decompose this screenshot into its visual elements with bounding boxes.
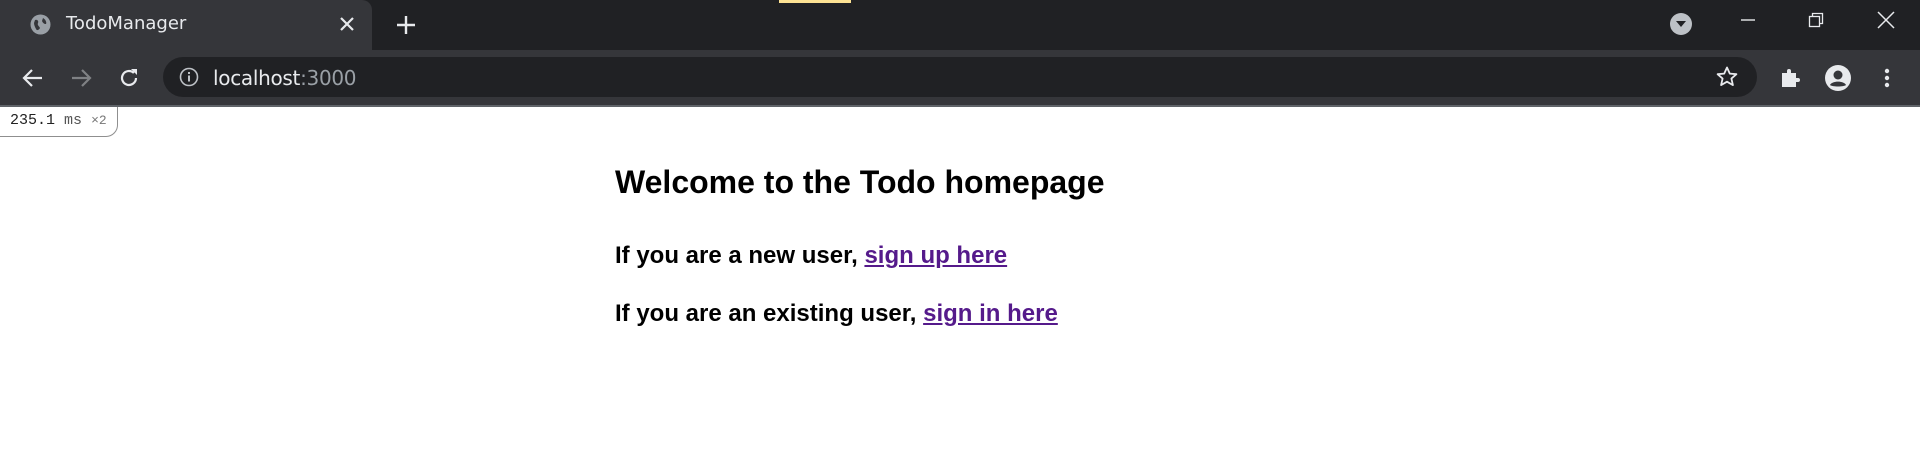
close-window-icon[interactable] xyxy=(1852,0,1920,40)
reload-icon[interactable] xyxy=(114,63,144,93)
url-host: localhost xyxy=(213,66,301,90)
new-user-text: If you are a new user, xyxy=(615,242,865,269)
timing-multiplier: ×2 xyxy=(91,113,107,128)
timing-unit: ms xyxy=(64,112,83,129)
bookmark-star-icon[interactable] xyxy=(1715,65,1739,89)
close-tab-icon[interactable] xyxy=(335,12,359,36)
browser-tab[interactable]: TodoManager xyxy=(0,0,372,50)
existing-user-text: If you are an existing user, xyxy=(615,300,924,327)
back-arrow-icon[interactable] xyxy=(18,63,48,93)
url-port: :3000 xyxy=(300,66,357,90)
forward-arrow-icon[interactable] xyxy=(66,63,96,93)
new-tab-button[interactable] xyxy=(392,11,420,39)
info-icon[interactable] xyxy=(179,67,199,87)
existing-user-paragraph: If you are an existing user, sign in her… xyxy=(615,298,1058,330)
browser-tab-strip: TodoManager xyxy=(0,0,1920,50)
tab-title: TodoManager xyxy=(66,13,187,34)
address-bar[interactable]: localhost:3000 xyxy=(163,57,1757,97)
globe-icon xyxy=(30,14,51,35)
sign-in-link[interactable]: sign in here xyxy=(923,300,1058,327)
sign-up-link[interactable]: sign up here xyxy=(864,242,1007,269)
tab-strip-highlight xyxy=(779,0,851,3)
minimize-icon[interactable] xyxy=(1714,0,1782,40)
tab-search-icon[interactable] xyxy=(1670,13,1692,35)
page-content: Welcome to the Todo homepage If you are … xyxy=(615,160,1105,327)
profile-avatar-icon[interactable] xyxy=(1823,63,1853,93)
toolbar-divider xyxy=(0,105,1920,107)
timing-badge: 235.1 ms ×2 xyxy=(0,107,118,137)
address-url: localhost:3000 xyxy=(213,66,357,90)
extensions-puzzle-icon[interactable] xyxy=(1775,63,1805,93)
page-title: Welcome to the Todo homepage xyxy=(615,164,1105,200)
browser-toolbar: localhost:3000 xyxy=(0,50,1920,105)
more-menu-icon[interactable] xyxy=(1872,63,1902,93)
restore-icon[interactable] xyxy=(1782,0,1850,40)
timing-value: 235.1 xyxy=(10,112,56,129)
new-user-paragraph: If you are a new user, sign up here xyxy=(615,240,1007,272)
